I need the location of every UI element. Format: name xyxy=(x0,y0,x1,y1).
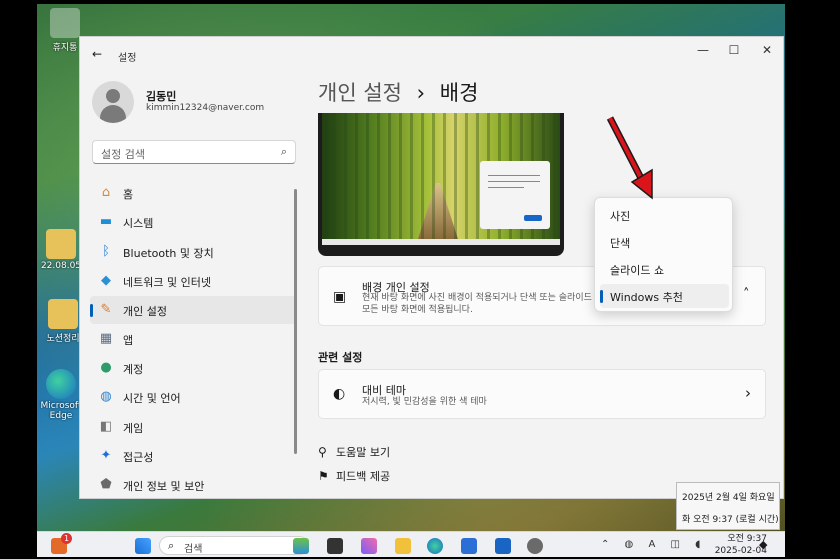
sidebar-item-1[interactable]: ▬ 시스템 xyxy=(90,208,296,236)
file-explorer-icon[interactable] xyxy=(395,538,411,554)
sidebar-item-label: 네트워크 및 인터넷 xyxy=(123,276,211,289)
gamepad-icon: ◧ xyxy=(99,419,113,434)
widgets-icon[interactable] xyxy=(293,538,309,554)
accessibility-icon: ✦ xyxy=(100,448,112,463)
breadcrumb-current: 배경 xyxy=(439,81,479,105)
contrast-theme-card[interactable]: ◐ 대비 테마 저시력, 빛 민감성을 위한 색 테마 › xyxy=(318,369,766,419)
recycle-bin-icon xyxy=(50,8,80,38)
help-icon: ⚲ xyxy=(318,445,327,459)
contrast-icon: ◐ xyxy=(333,386,346,402)
window-title: 설정 xyxy=(118,53,137,64)
search-icon: ⌕ xyxy=(168,539,175,552)
folder-icon xyxy=(48,299,78,329)
breadcrumb-parent[interactable]: 개인 설정 xyxy=(318,81,402,105)
wifi-icon: ◆ xyxy=(101,273,111,288)
sidebar-item-label: Bluetooth 및 장치 xyxy=(123,247,214,260)
sidebar-item-label: 홈 xyxy=(123,188,134,201)
back-button[interactable]: ← xyxy=(92,47,102,61)
brush-icon: ✎ xyxy=(100,302,112,317)
sidebar-item-label: 개인 설정 xyxy=(123,305,167,318)
dropdown-option-photo[interactable]: 사진 xyxy=(600,203,729,227)
globe-icon: ◍ xyxy=(100,389,112,404)
search-icon: ⌕ xyxy=(280,145,287,158)
sidebar-item-2[interactable]: ᛒ Bluetooth 및 장치 xyxy=(90,238,296,266)
bluetooth-icon: ᛒ xyxy=(102,244,110,259)
wallpaper-preview xyxy=(318,113,564,256)
dropdown-option-slideshow[interactable]: 슬라이드 쇼 xyxy=(600,257,729,281)
outlook-icon[interactable] xyxy=(495,538,511,554)
dropdown-option-solid[interactable]: 단색 xyxy=(600,230,729,254)
sidebar-item-label: 시간 및 언어 xyxy=(123,392,181,405)
shield-icon: ⬟ xyxy=(100,477,112,492)
home-icon: ⌂ xyxy=(101,185,111,200)
dropdown-option-windows-spotlight[interactable]: Windows 추천 xyxy=(600,284,729,308)
apps-icon: ▦ xyxy=(99,331,113,346)
feedback-icon: ⚑ xyxy=(318,469,329,483)
feedback-link[interactable]: ⚑ 피드백 제공 xyxy=(318,468,390,484)
selection-indicator xyxy=(90,304,93,317)
task-view-icon[interactable] xyxy=(327,538,343,554)
tray-icons[interactable]: ⌃ ◍ A ◫ ◖ xyxy=(601,539,706,550)
edge-icon[interactable] xyxy=(427,538,443,554)
maximize-button[interactable]: ☐ xyxy=(720,43,748,61)
breadcrumb-separator: › xyxy=(416,81,426,105)
page-title: 개인 설정 › 배경 xyxy=(318,77,478,107)
sidebar-item-8[interactable]: ◧ 게임 xyxy=(90,413,296,441)
close-button[interactable]: ✕ xyxy=(753,43,781,61)
notification-bell-icon[interactable]: ◆ xyxy=(759,538,767,551)
settings-icon[interactable] xyxy=(527,538,543,554)
sidebar-item-label: 시스템 xyxy=(123,217,154,230)
edge-icon xyxy=(46,369,76,399)
start-icon[interactable] xyxy=(135,538,151,554)
taskbar-search[interactable]: ⌕ 검색 xyxy=(159,536,309,555)
red-arrow-annotation xyxy=(606,116,653,200)
clock-tooltip: 2025년 2월 4일 화요일 화 오전 9:37 (로컬 시간) xyxy=(676,482,780,530)
help-link[interactable]: ⚲ 도움말 보기 xyxy=(318,444,390,460)
search-input[interactable]: 설정 검색 ⌕ xyxy=(92,140,296,164)
avatar[interactable] xyxy=(92,81,134,123)
related-settings-title: 관련 설정 xyxy=(318,351,363,364)
background-type-dropdown[interactable]: 사진 단색 슬라이드 쇼 Windows 추천 xyxy=(594,197,733,312)
sidebar-item-10[interactable]: ⬟ 개인 정보 및 보안 xyxy=(90,471,296,499)
sidebar-item-6[interactable]: ● 계정 xyxy=(90,354,296,382)
folder-icon xyxy=(46,229,76,259)
chevron-right-icon: › xyxy=(745,384,751,402)
chevron-up-icon[interactable]: ˄ xyxy=(743,287,750,302)
taskbar: 1 ⌕ 검색 ⌃ ◍ A ◫ ◖ 오전 9:37 2025-02-04 ◆ xyxy=(37,531,785,557)
sidebar-item-7[interactable]: ◍ 시간 및 언어 xyxy=(90,383,296,411)
system-icon: ▬ xyxy=(99,214,113,229)
contrast-desc: 저시력, 빛 민감성을 위한 색 테마 xyxy=(362,397,487,407)
sidebar-item-label: 앱 xyxy=(123,334,134,347)
sidebar-item-4[interactable]: ✎ 개인 설정 xyxy=(90,296,296,324)
sidebar-scrollbar[interactable] xyxy=(294,189,297,454)
user-email: kimmin12324@naver.com xyxy=(146,103,265,113)
preview-taskbar xyxy=(322,239,560,245)
sidebar-item-5[interactable]: ▦ 앱 xyxy=(90,325,296,353)
account-icon: ● xyxy=(100,360,112,375)
image-icon: ▣ xyxy=(333,289,347,305)
sidebar-item-label: 접근성 xyxy=(123,451,154,464)
sidebar-item-0[interactable]: ⌂ 홈 xyxy=(90,179,296,207)
copilot-icon[interactable] xyxy=(361,538,377,554)
minimize-button[interactable]: — xyxy=(689,43,717,61)
tooltip-date: 2025년 2월 4일 화요일 xyxy=(682,493,775,503)
sidebar-item-label: 게임 xyxy=(123,422,144,435)
sidebar-item-label: 계정 xyxy=(123,363,144,376)
sidebar-item-9[interactable]: ✦ 접근성 xyxy=(90,442,296,470)
tooltip-time: 화 오전 9:37 (로컬 시간) xyxy=(682,515,779,525)
background-card-desc: 현재 바탕 화면에 사진 배경이 적용되거나 단색 또는 슬라이드 쇼 배경이 … xyxy=(362,293,631,315)
sidebar-item-label: 개인 정보 및 보안 xyxy=(123,480,205,493)
user-name: 김동민 xyxy=(146,90,177,103)
sidebar-item-3[interactable]: ◆ 네트워크 및 인터넷 xyxy=(90,267,296,295)
notification-badge: 1 xyxy=(61,533,72,544)
search-placeholder: 설정 검색 xyxy=(101,148,145,161)
preview-dialog xyxy=(480,161,550,229)
store-icon[interactable] xyxy=(461,538,477,554)
